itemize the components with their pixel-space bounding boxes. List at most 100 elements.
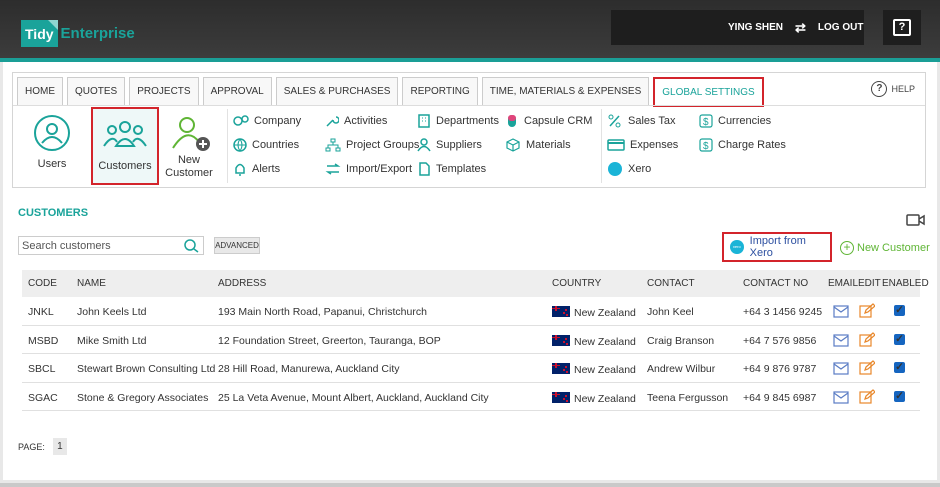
- divider: [601, 109, 602, 183]
- tab-projects[interactable]: PROJECTS: [129, 77, 199, 105]
- menu-countries[interactable]: Countries: [233, 137, 299, 153]
- search-icon[interactable]: [184, 239, 200, 253]
- activities-label: Activities: [344, 115, 388, 127]
- new-customer-label-1: New: [177, 154, 200, 166]
- cell-contact: Teena Fergusson: [647, 391, 729, 404]
- page-1-button[interactable]: 1: [52, 438, 67, 455]
- switch-icon[interactable]: ⇄: [795, 20, 806, 36]
- menu-charge-rates[interactable]: $ Charge Rates: [699, 137, 786, 153]
- user-circle-icon: [34, 115, 70, 151]
- email-icon[interactable]: [833, 362, 849, 378]
- logout-link[interactable]: LOG OUT: [818, 22, 864, 33]
- cube-icon: [506, 138, 520, 152]
- menu-currencies[interactable]: $ Currencies: [699, 113, 771, 129]
- email-icon[interactable]: [833, 390, 849, 407]
- menu-templates[interactable]: Templates: [417, 161, 486, 177]
- menu-alerts[interactable]: Alerts: [233, 161, 280, 177]
- edit-icon[interactable]: [859, 331, 876, 351]
- menu-capsule-crm[interactable]: Capsule CRM: [505, 113, 592, 129]
- percent-icon: [608, 114, 621, 128]
- help-button[interactable]: ?: [883, 10, 921, 45]
- logo[interactable]: Tidy Enterprise: [21, 20, 135, 47]
- help-chat-icon: ?: [893, 19, 911, 36]
- import-from-xero-button[interactable]: xero Import from Xero: [722, 232, 832, 262]
- cell-phone: +64 7 576 9856: [743, 334, 817, 347]
- cell-address: 25 La Veta Avenue, Mount Albert, Aucklan…: [218, 391, 489, 404]
- column-country[interactable]: COUNTRY: [552, 278, 601, 289]
- capsule-icon: [508, 115, 516, 127]
- column-enabled: ENABLED: [882, 278, 929, 289]
- menu-xero[interactable]: Xero: [607, 161, 651, 177]
- cell-code: SGAC: [28, 391, 58, 404]
- menu-suppliers[interactable]: Suppliers: [417, 137, 482, 153]
- tab-reporting[interactable]: REPORTING: [402, 77, 478, 105]
- new-customer-label-2: Customer: [165, 167, 213, 179]
- table-header: CODE NAME ADDRESS COUNTRY CONTACT CONTAC…: [22, 270, 929, 297]
- pagination: PAGE: 1: [18, 438, 67, 455]
- edit-icon[interactable]: [859, 388, 876, 408]
- email-icon[interactable]: [833, 333, 849, 350]
- column-contact-no[interactable]: CONTACT NO: [743, 278, 808, 289]
- menu-project-groups[interactable]: Project Groups: [325, 137, 419, 153]
- email-icon[interactable]: [833, 305, 849, 321]
- menu-sales-tax[interactable]: Sales Tax: [607, 113, 676, 129]
- cell-address: 28 Hill Road, Manurewa, Auckland City: [218, 363, 400, 375]
- divider: [227, 109, 228, 183]
- search-input[interactable]: [22, 239, 182, 252]
- table-row[interactable]: MSBD Mike Smith Ltd 12 Foundation Street…: [22, 326, 920, 354]
- edit-icon[interactable]: [859, 303, 876, 322]
- cell-name: Mike Smith Ltd: [77, 334, 147, 347]
- tab-global-settings[interactable]: GLOBAL SETTINGS: [653, 77, 764, 107]
- help-label: HELP: [891, 84, 915, 94]
- sales-tax-label: Sales Tax: [628, 115, 676, 127]
- menu-materials[interactable]: Materials: [505, 137, 571, 153]
- settings-menu: HOME QUOTES PROJECTS APPROVAL SALES & PU…: [12, 72, 926, 188]
- new-customer-button[interactable]: + New Customer: [840, 241, 930, 255]
- svg-text:$: $: [703, 141, 709, 152]
- tab-sales-purchases[interactable]: SALES & PURCHASES: [275, 77, 399, 105]
- nz-flag-icon: [552, 334, 570, 346]
- edit-icon[interactable]: [859, 360, 876, 379]
- menu-activities[interactable]: Activities: [325, 113, 387, 129]
- dollar-icon: $: [699, 114, 713, 128]
- cell-contact: Craig Branson: [647, 334, 715, 347]
- menu-departments[interactable]: Departments: [417, 113, 499, 129]
- customers-shortcut[interactable]: Customers: [91, 107, 159, 185]
- user-name[interactable]: YING SHEN: [728, 22, 783, 33]
- enabled-checkbox[interactable]: ✓: [894, 305, 905, 316]
- enabled-checkbox[interactable]: ✓: [894, 390, 905, 402]
- tab-approval[interactable]: APPROVAL: [202, 77, 272, 105]
- new-customer-shortcut[interactable]: New Customer: [155, 107, 223, 185]
- enabled-checkbox[interactable]: ✓: [894, 362, 905, 373]
- column-code[interactable]: CODE: [28, 278, 57, 289]
- new-customer-label: New Customer: [857, 242, 930, 254]
- help-link[interactable]: ? HELP: [871, 81, 915, 97]
- import-export-label: Import/Export: [346, 163, 413, 175]
- cell-country: New Zealand: [552, 334, 636, 348]
- menu-import-export[interactable]: Import/Export: [325, 161, 412, 177]
- tab-time-materials-expenses[interactable]: TIME, MATERIALS & EXPENSES: [481, 77, 650, 105]
- column-name[interactable]: NAME: [77, 278, 106, 289]
- cell-name: Stone & Gregory Associates: [77, 391, 209, 404]
- globe-icon: [233, 138, 247, 152]
- advanced-search-button[interactable]: ADVANCED: [214, 237, 260, 254]
- users-shortcut[interactable]: Users: [18, 107, 86, 185]
- templates-label: Templates: [436, 163, 487, 175]
- column-email: EMAIL: [828, 278, 859, 289]
- menu-company[interactable]: Company: [233, 113, 301, 129]
- xero-logo-icon: xero: [730, 240, 744, 254]
- table-row[interactable]: SBCL Stewart Brown Consulting Ltd 28 Hil…: [22, 354, 920, 383]
- cell-name: Stewart Brown Consulting Ltd: [77, 363, 216, 375]
- import-xero-label: Import from Xero: [749, 235, 806, 259]
- tab-home[interactable]: HOME: [17, 77, 63, 105]
- table-row[interactable]: JNKL John Keels Ltd 193 Main North Road,…: [22, 297, 920, 326]
- tab-quotes[interactable]: QUOTES: [67, 77, 126, 105]
- alerts-label: Alerts: [252, 163, 281, 175]
- enabled-checkbox[interactable]: ✓: [894, 333, 905, 345]
- column-contact[interactable]: CONTACT: [647, 278, 695, 289]
- column-address[interactable]: ADDRESS: [218, 278, 266, 289]
- nz-flag-icon: [552, 306, 570, 317]
- menu-expenses[interactable]: Expenses: [607, 137, 678, 153]
- video-icon[interactable]: [906, 213, 926, 227]
- table-row[interactable]: SGAC Stone & Gregory Associates 25 La Ve…: [22, 383, 920, 411]
